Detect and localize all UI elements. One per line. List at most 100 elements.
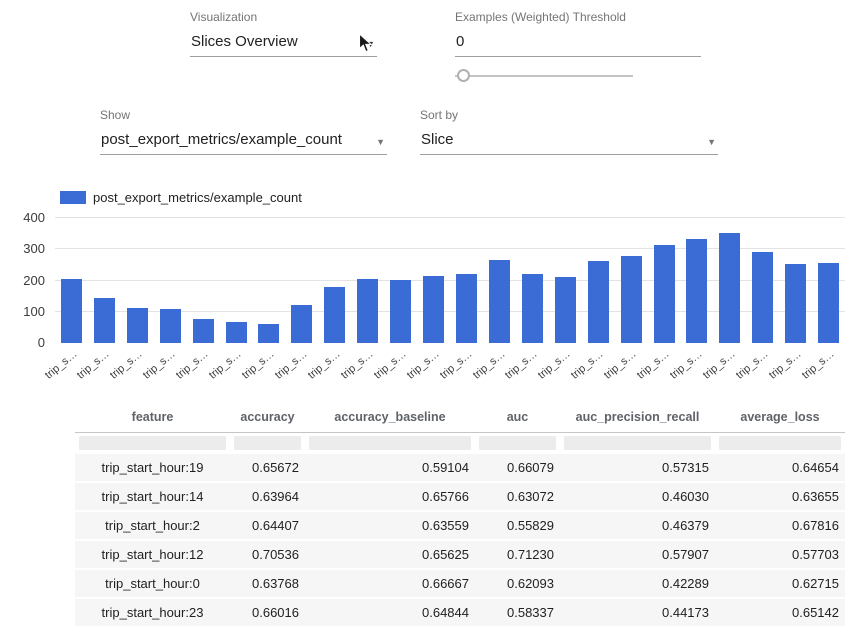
bar[interactable]	[390, 280, 411, 343]
metric-cell: 0.46379	[560, 511, 715, 540]
chart-plot	[55, 218, 845, 343]
metric-cell: 0.64844	[305, 598, 475, 626]
table-row: trip_start_hour:140.639640.657660.630720…	[75, 482, 845, 511]
bar-slot	[318, 218, 351, 343]
threshold-input[interactable]: 0	[455, 31, 701, 57]
bar[interactable]	[61, 279, 82, 343]
filter-box-auc[interactable]	[479, 436, 556, 450]
bar-slot	[681, 218, 714, 343]
metric-cell: 0.63072	[475, 482, 560, 511]
metric-cell: 0.63559	[305, 511, 475, 540]
bar[interactable]	[654, 245, 675, 343]
feature-cell: trip_start_hour:12	[75, 540, 230, 569]
sort-by-control: Sort by Slice ▼	[420, 108, 718, 155]
bar[interactable]	[423, 276, 444, 343]
filter-box-auc_precision_recall[interactable]	[564, 436, 711, 450]
filter-box-feature[interactable]	[79, 436, 226, 450]
column-header-average_loss[interactable]: average_loss	[715, 400, 845, 433]
table-row: trip_start_hour:20.644070.635590.558290.…	[75, 511, 845, 540]
visualization-value: Slices Overview	[191, 33, 298, 50]
bar-slot	[812, 218, 845, 343]
bar-chart: post_export_metrics/example_count 010020…	[0, 186, 863, 398]
bar[interactable]	[226, 322, 247, 343]
visualization-label: Visualization	[190, 10, 377, 24]
column-header-accuracy[interactable]: accuracy	[230, 400, 305, 433]
threshold-slider[interactable]	[455, 69, 633, 83]
feature-cell: trip_start_hour:0	[75, 569, 230, 598]
bar[interactable]	[818, 263, 839, 343]
x-label-slot: trip_s…	[812, 343, 845, 388]
threshold-control: Examples (Weighted) Threshold 0	[455, 10, 701, 57]
show-control: Show post_export_metrics/example_count ▼	[100, 108, 387, 155]
slider-handle[interactable]	[457, 69, 470, 82]
metric-cell: 0.57703	[715, 540, 845, 569]
bar-slot	[779, 218, 812, 343]
bar-slot	[154, 218, 187, 343]
sort-by-select[interactable]: Slice ▼	[420, 129, 718, 155]
column-header-accuracy_baseline[interactable]: accuracy_baseline	[305, 400, 475, 433]
bar[interactable]	[785, 264, 806, 343]
metric-cell: 0.64407	[230, 511, 305, 540]
bar[interactable]	[160, 309, 181, 343]
metric-cell: 0.57907	[560, 540, 715, 569]
column-header-feature[interactable]: feature	[75, 400, 230, 433]
table-row: trip_start_hour:230.660160.648440.583370…	[75, 598, 845, 626]
feature-cell: trip_start_hour:19	[75, 453, 230, 482]
bar-slot	[384, 218, 417, 343]
threshold-label: Examples (Weighted) Threshold	[455, 10, 701, 24]
metrics-table: featureaccuracyaccuracy_baselineaucauc_p…	[75, 400, 845, 626]
bar[interactable]	[127, 308, 148, 343]
chart-legend: post_export_metrics/example_count	[60, 190, 302, 205]
bar-slot	[746, 218, 779, 343]
bar[interactable]	[621, 256, 642, 343]
bar[interactable]	[555, 277, 576, 343]
bar[interactable]	[686, 239, 707, 343]
bar-slot	[516, 218, 549, 343]
bar[interactable]	[258, 324, 279, 343]
bar[interactable]	[456, 274, 477, 343]
metric-cell: 0.46030	[560, 482, 715, 511]
bar[interactable]	[522, 274, 543, 343]
show-label: Show	[100, 108, 387, 122]
y-axis-tick-label: 100	[0, 304, 45, 320]
y-axis-tick-label: 300	[0, 241, 45, 257]
show-select[interactable]: post_export_metrics/example_count ▼	[100, 129, 387, 155]
metric-cell: 0.57315	[560, 453, 715, 482]
metric-cell: 0.65766	[305, 482, 475, 511]
metric-cell: 0.44173	[560, 598, 715, 626]
legend-swatch-icon	[60, 191, 86, 204]
bar[interactable]	[752, 252, 773, 343]
filter-box-accuracy_baseline[interactable]	[309, 436, 471, 450]
bar-slot	[549, 218, 582, 343]
metric-cell: 0.64654	[715, 453, 845, 482]
bar-slot	[187, 218, 220, 343]
bar[interactable]	[357, 279, 378, 343]
table-row: trip_start_hour:190.656720.591040.660790…	[75, 453, 845, 482]
metric-cell: 0.65625	[305, 540, 475, 569]
bar-slot	[220, 218, 253, 343]
bar-slot	[285, 218, 318, 343]
column-header-auc[interactable]: auc	[475, 400, 560, 433]
bar[interactable]	[324, 287, 345, 343]
bar-slot	[351, 218, 384, 343]
bar[interactable]	[193, 319, 214, 343]
bar-slot	[582, 218, 615, 343]
bar[interactable]	[588, 261, 609, 343]
dropdown-caret-icon: ▼	[707, 138, 716, 147]
filter-box-accuracy[interactable]	[234, 436, 301, 450]
metric-cell: 0.59104	[305, 453, 475, 482]
threshold-value: 0	[456, 33, 464, 50]
x-axis-labels: trip_s…trip_s…trip_s…trip_s…trip_s…trip_…	[55, 343, 845, 388]
bar[interactable]	[719, 233, 740, 343]
bar-slot	[450, 218, 483, 343]
table-row: trip_start_hour:00.637680.666670.620930.…	[75, 569, 845, 598]
column-header-auc_precision_recall[interactable]: auc_precision_recall	[560, 400, 715, 433]
feature-cell: trip_start_hour:14	[75, 482, 230, 511]
filter-box-average_loss[interactable]	[719, 436, 841, 450]
bar[interactable]	[94, 298, 115, 343]
bar-slot	[713, 218, 746, 343]
bar[interactable]	[291, 305, 312, 343]
visualization-select[interactable]: Slices Overview ▼	[190, 31, 377, 57]
bar-slot	[417, 218, 450, 343]
bar[interactable]	[489, 260, 510, 343]
